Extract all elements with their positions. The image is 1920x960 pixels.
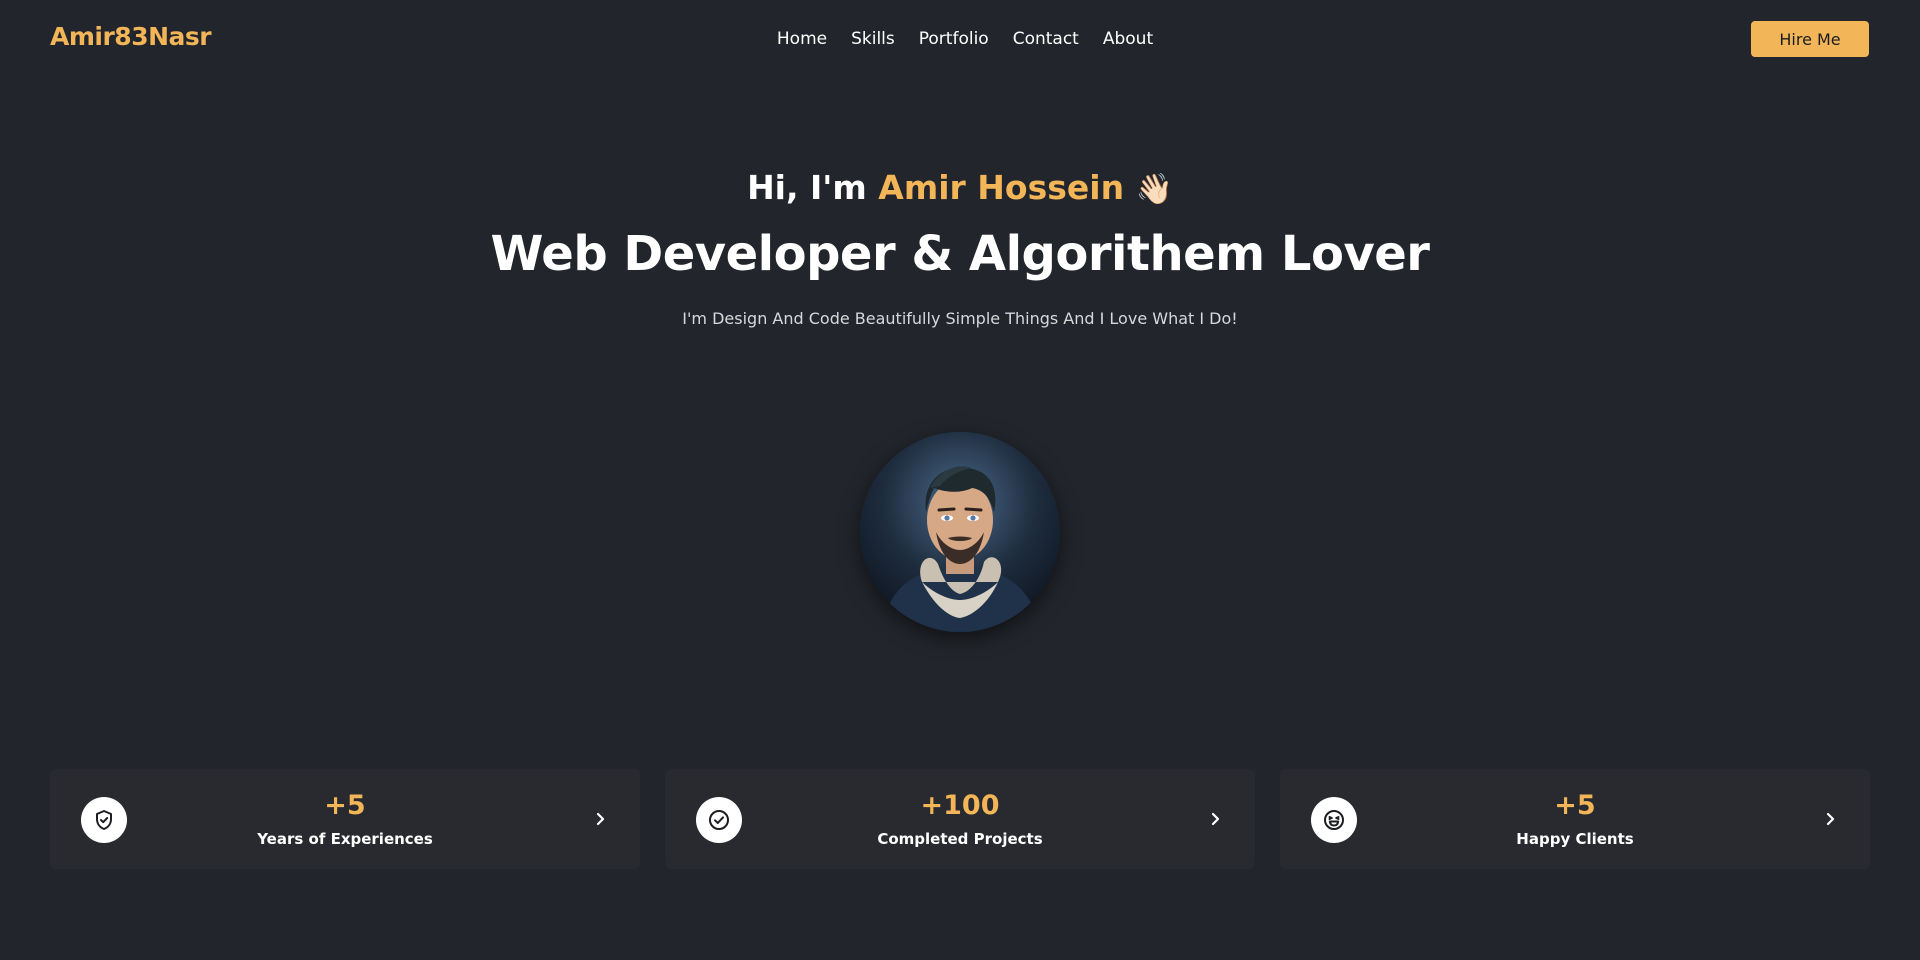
nav-link-portfolio[interactable]: Portfolio: [919, 28, 989, 50]
greeting-prefix: Hi, I'm: [747, 168, 867, 207]
stat-label: Completed Projects: [877, 830, 1043, 848]
nav-link-about[interactable]: About: [1103, 28, 1153, 50]
navbar: Amir83Nasr Home Skills Portfolio Contact…: [0, 0, 1920, 80]
stat-card-clients[interactable]: +5 Happy Clients: [1280, 769, 1870, 869]
stat-label: Years of Experiences: [257, 830, 433, 848]
hero-name: Amir Hossein: [878, 168, 1125, 207]
chevron-right-icon[interactable]: [590, 809, 610, 829]
stat-value: +100: [920, 790, 1000, 821]
nav-link-skills[interactable]: Skills: [851, 28, 895, 50]
hero-title: Web Developer & Algorithem Lover: [490, 226, 1430, 282]
stat-value: +5: [324, 790, 366, 821]
chevron-right-icon[interactable]: [1820, 809, 1840, 829]
hire-me-button[interactable]: Hire Me: [1751, 21, 1869, 57]
stat-card-experience[interactable]: +5 Years of Experiences: [50, 769, 640, 869]
hero-subtitle: I'm Design And Code Beautifully Simple T…: [682, 309, 1238, 328]
profile-avatar: [860, 432, 1060, 632]
hero-greeting: Hi, I'm Amir Hossein 👋🏻: [0, 166, 1920, 212]
stat-card-projects[interactable]: +100 Completed Projects: [665, 769, 1255, 869]
wave-emoji-icon: 👋🏻: [1135, 172, 1173, 207]
nav-link-contact[interactable]: Contact: [1013, 28, 1079, 50]
profile-photo-illustration: [860, 432, 1060, 632]
nav-link-home[interactable]: Home: [777, 28, 827, 50]
stats-cards: +5 Years of Experiences +100 Completed P…: [50, 769, 1870, 869]
stat-label: Happy Clients: [1516, 830, 1634, 848]
chevron-right-icon[interactable]: [1205, 809, 1225, 829]
main-nav: Home Skills Portfolio Contact About: [0, 28, 1920, 50]
stat-value: +5: [1554, 790, 1596, 821]
